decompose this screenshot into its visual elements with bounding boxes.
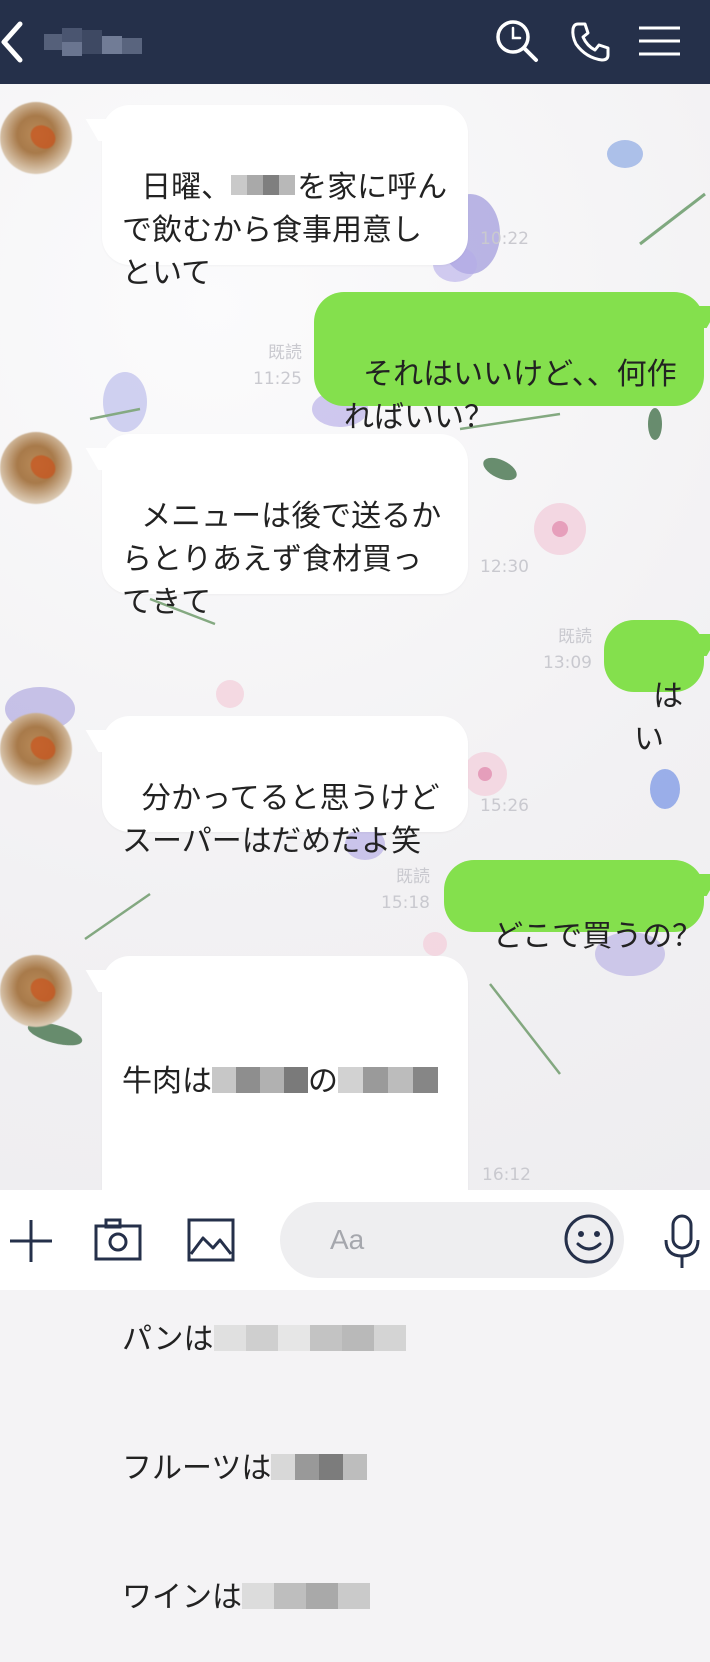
- search-icon[interactable]: [492, 16, 542, 66]
- redacted-mosaic: [213, 1325, 406, 1351]
- camera-icon[interactable]: [94, 1218, 142, 1262]
- message-text: の: [308, 1064, 338, 1099]
- emoji-icon[interactable]: [562, 1212, 616, 1266]
- menu-icon[interactable]: [636, 16, 686, 66]
- received-message-bubble[interactable]: 日曜、 を家に呼ん で飲むから食事用意し といて: [102, 105, 468, 291]
- redacted-mosaic: [231, 175, 296, 195]
- plus-icon[interactable]: [8, 1218, 54, 1264]
- message-time: 15:26: [480, 796, 529, 816]
- received-message-bubble[interactable]: 分かってると思うけど スーパーはだめだよ笑: [102, 716, 468, 859]
- chat-header: [0, 0, 710, 84]
- contact-avatar[interactable]: [0, 432, 72, 504]
- redacted-mosaic: [212, 1067, 308, 1093]
- message-time: 11:25: [253, 369, 302, 389]
- sent-message-bubble[interactable]: どこで買うの？: [444, 860, 704, 954]
- message-text: どこで買うの？: [493, 919, 703, 954]
- contact-name-blurred: [44, 28, 142, 56]
- redacted-mosaic: [271, 1454, 368, 1480]
- message-time: 15:18: [381, 893, 430, 913]
- input-toolbar: Aa: [0, 1190, 710, 1290]
- image-icon[interactable]: [187, 1218, 235, 1262]
- sent-message-bubble[interactable]: それはいいけど、、何作 ればいい？: [314, 292, 704, 435]
- message-text: ワインは: [122, 1580, 242, 1615]
- message-text: パンは: [122, 1322, 214, 1357]
- message-time: 16:12: [482, 1165, 531, 1185]
- contact-avatar[interactable]: [0, 102, 72, 174]
- redacted-mosaic: [242, 1583, 370, 1609]
- message-input-placeholder: Aa: [330, 1224, 365, 1255]
- redacted-mosaic: [338, 1067, 438, 1093]
- received-message-bubble[interactable]: 牛肉はの 肉店 パンは フルーツは ワインは: [102, 956, 468, 1615]
- received-message-bubble[interactable]: メニューは後で送るか らとりあえず食材買っ てきて: [102, 434, 468, 620]
- read-receipt: 既読: [396, 867, 430, 887]
- message-text: 日曜、: [141, 170, 232, 205]
- message-time: 10:22: [480, 229, 529, 249]
- contact-avatar[interactable]: [0, 713, 72, 785]
- contact-avatar[interactable]: [0, 955, 72, 1027]
- phone-icon[interactable]: [566, 16, 616, 66]
- message-text: フルーツは: [122, 1451, 272, 1486]
- read-receipt: 既読: [268, 343, 302, 363]
- sent-message-bubble[interactable]: はい: [604, 620, 704, 757]
- message-time: 12:30: [480, 557, 529, 577]
- message-text: 牛肉は: [122, 1064, 212, 1099]
- back-icon[interactable]: [0, 18, 32, 66]
- message-text: 分かってると思うけど スーパーはだめだよ笑: [122, 781, 440, 859]
- mic-icon[interactable]: [662, 1214, 702, 1270]
- message-time: 13:09: [543, 653, 592, 673]
- read-receipt: 既読: [558, 627, 592, 647]
